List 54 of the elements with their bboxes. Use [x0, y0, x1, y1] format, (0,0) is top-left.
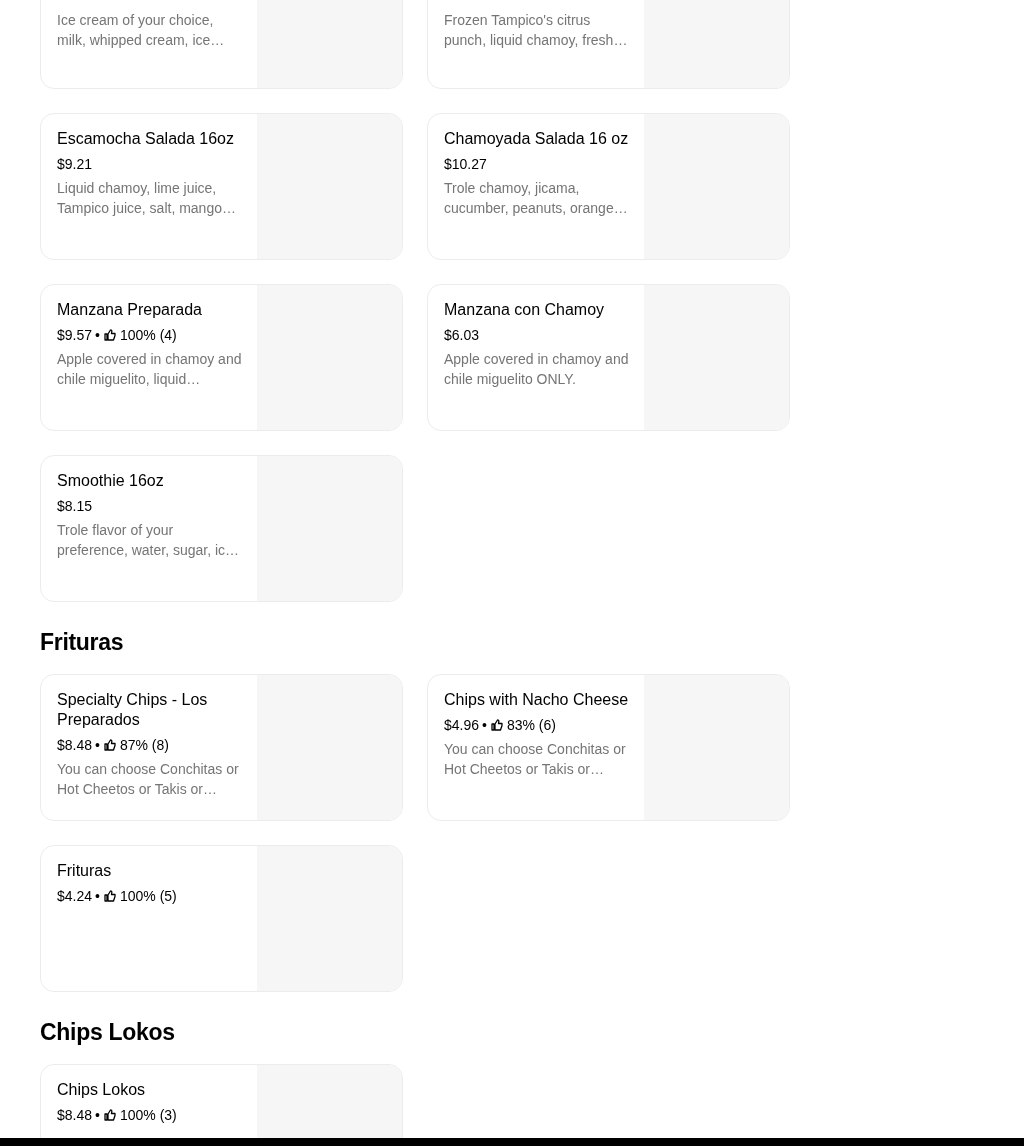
- item-price: $6.03: [444, 326, 480, 345]
- menu-item-card[interactable]: Smoothie 16oz $8.15 Trole flavor of your preference, water, sugar, ic…: [40, 455, 403, 602]
- separator-dot: •: [95, 887, 100, 906]
- item-description: You can choose Conchitas or Hot Cheetos or Takis or…: [57, 760, 240, 799]
- item-description: Apple covered in chamoy and chile miguelito, liquid…: [57, 350, 243, 389]
- menu-item-card[interactable]: Chamoyada Salada 16 oz $10.27 Trole chamoy, jicama, cucumber, peanuts, orange…: [427, 113, 790, 260]
- item-title: Frituras: [57, 861, 113, 881]
- item-rating: 100% (3): [119, 1106, 177, 1125]
- item-description: Trole chamoy, jicama, cucumber, peanuts, orange…: [444, 179, 629, 218]
- menu-item-card[interactable]: Escamocha Salada 16oz $9.21 Liquid chamoy, lime juice, Tampico juice, salt, mango…: [40, 113, 403, 260]
- separator-dot: •: [482, 716, 487, 735]
- item-description: You can choose Conchitas or Hot Cheetos or Takis or…: [444, 740, 627, 779]
- item-price: $8.48: [57, 1106, 93, 1125]
- item-description: Trole flavor of your preference, water, sugar, ic…: [57, 521, 241, 560]
- thumbs-up-icon: [490, 719, 503, 731]
- thumbs-up-icon: [103, 890, 116, 902]
- thumbs-up-icon: [103, 1109, 116, 1121]
- item-title: Manzana Preparada: [57, 300, 203, 320]
- item-title: Manzana con Chamoy: [444, 300, 606, 320]
- item-title: Chips with Nacho Cheese: [444, 690, 630, 710]
- item-description: Liquid chamoy, lime juice, Tampico juice, salt, mango…: [57, 179, 237, 218]
- item-title: Specialty Chips - Los Preparados: [57, 690, 209, 730]
- separator-dot: •: [95, 736, 100, 755]
- separator-dot: •: [95, 326, 100, 345]
- item-title: Chamoyada Salada 16 oz: [444, 129, 630, 149]
- item-description: Frozen Tampico's citrus punch, liquid chamoy, fresh…: [444, 11, 629, 50]
- menu-item-card[interactable]: Frituras $4.24 • 100% (5): [40, 845, 403, 992]
- item-title: Chips Lokos: [57, 1080, 147, 1100]
- item-price: $4.24: [57, 887, 93, 906]
- menu-item-card[interactable]: Frozen Tampico's citrus punch, liquid chamoy, fresh…: [427, 0, 790, 89]
- item-price: $10.27: [444, 155, 487, 174]
- separator-dot: •: [95, 1106, 100, 1125]
- menu-item-card[interactable]: Chips with Nacho Cheese $4.96 • 83% (6) You can choose Conchitas or Hot Cheetos or Takis or…: [427, 674, 790, 821]
- item-title: Escamocha Salada 16oz: [57, 129, 235, 149]
- item-price: $8.48: [57, 736, 93, 755]
- item-rating: 83% (6): [506, 716, 556, 735]
- item-price: $9.21: [57, 155, 93, 174]
- section-heading: Chips Lokos: [40, 1018, 176, 1046]
- item-rating: 100% (5): [119, 887, 177, 906]
- thumbs-up-icon: [103, 739, 116, 751]
- item-rating: 87% (8): [119, 736, 169, 755]
- menu-item-card[interactable]: Ice cream of your choice, milk, whipped cream, ice…: [40, 0, 403, 89]
- menu-item-card[interactable]: Manzana Preparada $9.57 • 100% (4) Apple covered in chamoy and chile miguelito, liquid…: [40, 284, 403, 431]
- item-rating: 100% (4): [119, 326, 177, 345]
- thumbs-up-icon: [103, 329, 116, 341]
- item-description: Apple covered in chamoy and chile miguelito ONLY.: [444, 350, 630, 389]
- item-description: Ice cream of your choice, milk, whipped cream, ice…: [57, 11, 226, 50]
- item-price: $9.57: [57, 326, 93, 345]
- section-heading: Frituras: [40, 628, 125, 656]
- item-price: $4.96: [444, 716, 480, 735]
- menu-item-card[interactable]: Manzana con Chamoy $6.03 Apple covered in chamoy and chile miguelito ONLY.: [427, 284, 790, 431]
- item-price: $8.15: [57, 497, 93, 516]
- menu-item-card[interactable]: Specialty Chips - Los Preparados $8.48 • 87% (8) You can choose Conchitas or Hot Cheetos or Takis or…: [40, 674, 403, 821]
- item-title: Smoothie 16oz: [57, 471, 165, 491]
